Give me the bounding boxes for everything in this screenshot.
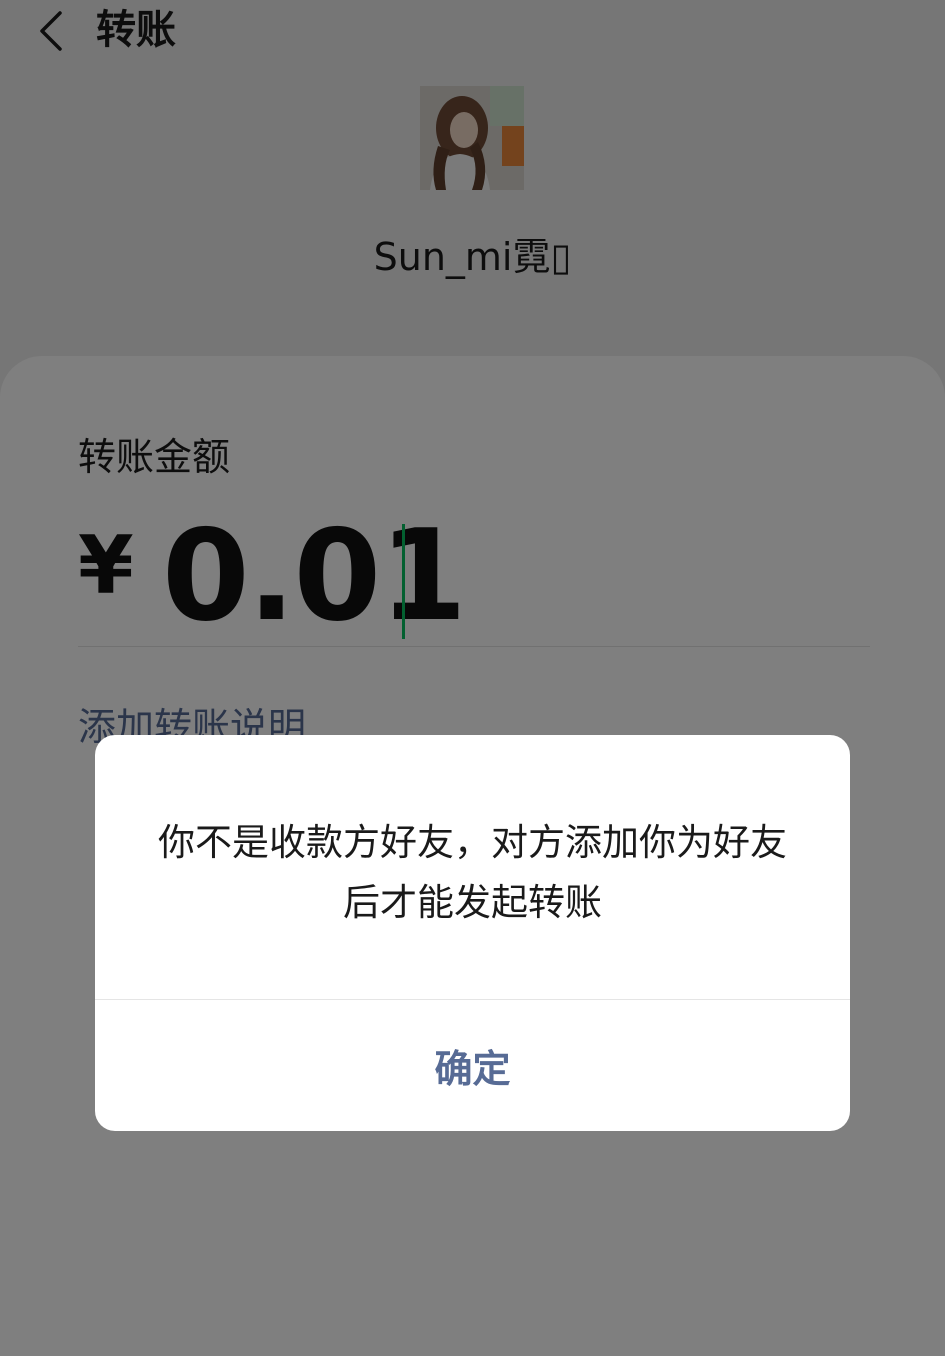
confirm-button[interactable]: 确定 (95, 1000, 850, 1131)
modal-overlay (0, 0, 945, 1356)
dialog-message: 你不是收款方好友，对方添加你为好友后才能发起转账 (158, 821, 787, 924)
alert-dialog: 你不是收款方好友，对方添加你为好友后才能发起转账 确定 (95, 735, 850, 1131)
